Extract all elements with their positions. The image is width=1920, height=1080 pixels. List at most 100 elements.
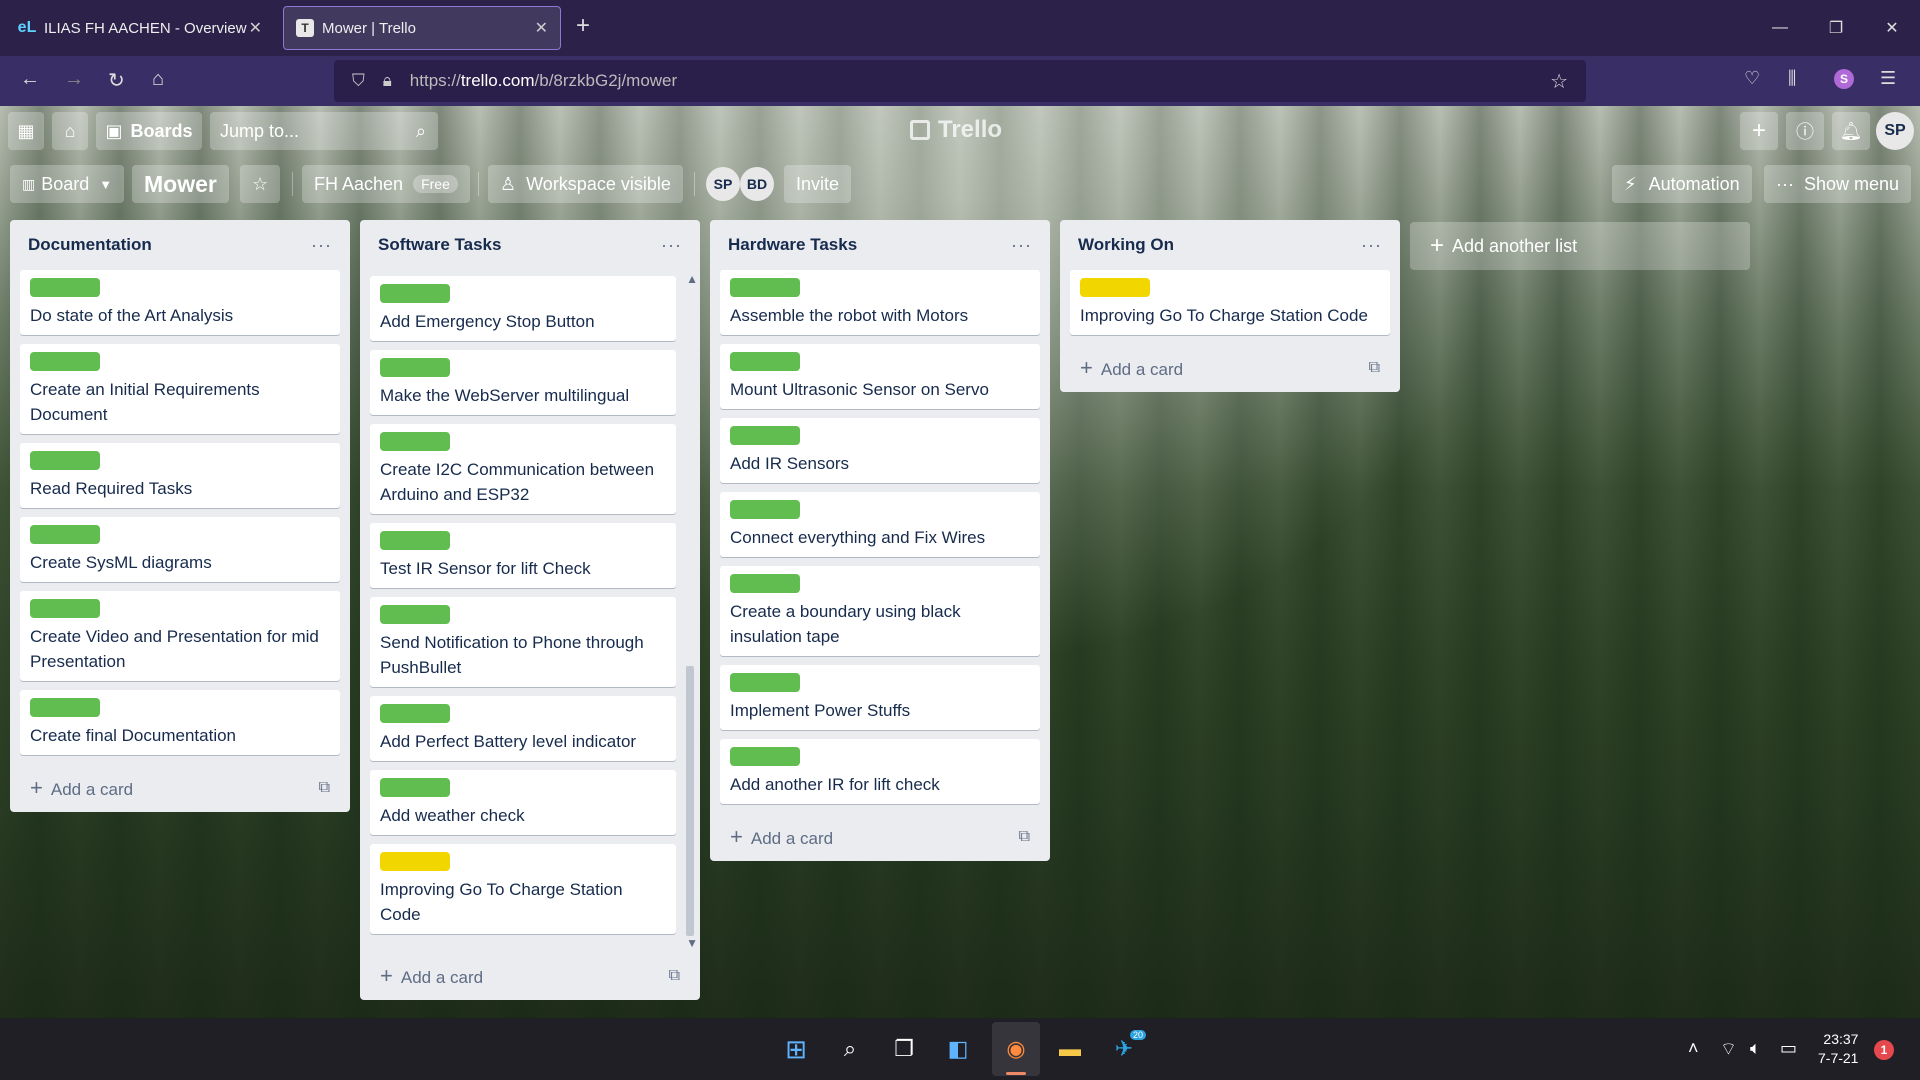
- label-green[interactable]: [30, 352, 100, 371]
- list-menu-icon[interactable]: ···: [311, 235, 332, 256]
- system-clock[interactable]: 23:37 7-7-21: [1818, 1030, 1858, 1068]
- info-icon[interactable]: ⓘ: [1786, 112, 1824, 150]
- visibility-button[interactable]: ♙ Workspace visible: [488, 165, 683, 203]
- add-card-button[interactable]: + Add a card: [730, 824, 833, 850]
- restore-icon[interactable]: ❐: [1808, 0, 1864, 56]
- label-green[interactable]: [730, 500, 800, 519]
- back-icon[interactable]: ←: [20, 68, 40, 91]
- library-icon[interactable]: ⫼: [1788, 68, 1796, 89]
- card[interactable]: Add Perfect Battery level indicator: [370, 696, 676, 761]
- card[interactable]: Create Video and Presentation for mid Pr…: [20, 591, 340, 681]
- card[interactable]: Implement Power Stuffs: [720, 665, 1040, 730]
- notification-badge[interactable]: 1: [1874, 1040, 1894, 1060]
- label-green[interactable]: [730, 574, 800, 593]
- card[interactable]: Create a boundary using black insulation…: [720, 566, 1040, 656]
- close-window-icon[interactable]: ✕: [1864, 0, 1920, 56]
- label-green[interactable]: [380, 358, 450, 377]
- shield-icon[interactable]: ⛉: [352, 71, 365, 91]
- card-template-icon[interactable]: ⧉: [669, 967, 680, 985]
- scroll-down-icon[interactable]: ▼: [686, 936, 698, 950]
- list-menu-icon[interactable]: ···: [661, 235, 682, 256]
- label-green[interactable]: [380, 704, 450, 723]
- forward-icon[interactable]: →: [64, 68, 84, 91]
- card[interactable]: Improving Go To Charge Station Code: [370, 844, 676, 934]
- label-yellow[interactable]: [380, 852, 450, 871]
- show-menu-button[interactable]: ··· Show menu: [1764, 165, 1912, 203]
- card[interactable]: Add IR Sensors: [720, 418, 1040, 483]
- label-green[interactable]: [730, 426, 800, 445]
- label-green[interactable]: [730, 747, 800, 766]
- new-tab-button[interactable]: +: [576, 12, 590, 40]
- card-template-icon[interactable]: ⧉: [1019, 828, 1030, 846]
- list-menu-icon[interactable]: ···: [1011, 235, 1032, 256]
- apps-grid-icon[interactable]: ▦: [8, 112, 44, 150]
- pocket-icon[interactable]: ♡: [1744, 68, 1760, 89]
- url-bar[interactable]: ⛉ 🔒︎ https://trello.com/b/8rzkbG2j/mower…: [334, 60, 1586, 102]
- label-yellow[interactable]: [1080, 278, 1150, 297]
- list-scrollbar[interactable]: [686, 666, 694, 936]
- card[interactable]: Create SysML diagrams: [20, 517, 340, 582]
- list-title[interactable]: Working On: [1078, 235, 1174, 255]
- scroll-up-icon[interactable]: ▲: [686, 272, 698, 286]
- card-template-icon[interactable]: ⧉: [1369, 359, 1380, 377]
- card[interactable]: Add weather check: [370, 770, 676, 835]
- label-green[interactable]: [30, 698, 100, 717]
- home-icon[interactable]: ⌂: [152, 68, 164, 91]
- card[interactable]: Add Emergency Stop Button: [370, 276, 676, 341]
- card[interactable]: Make the WebServer multilingual: [370, 350, 676, 415]
- windows-start-icon[interactable]: ⊞: [780, 1033, 812, 1065]
- list-title[interactable]: Software Tasks: [378, 235, 501, 255]
- card[interactable]: Send Notification to Phone through PushB…: [370, 597, 676, 687]
- lock-icon[interactable]: 🔒︎: [383, 71, 392, 91]
- card[interactable]: Connect everything and Fix Wires: [720, 492, 1040, 557]
- close-icon[interactable]: ✕: [535, 18, 548, 38]
- label-green[interactable]: [380, 284, 450, 303]
- tab-trello[interactable]: T Mower | Trello ✕: [283, 6, 561, 50]
- card[interactable]: Create an Initial Requirements Document: [20, 344, 340, 434]
- bell-icon[interactable]: 🔔︎: [1832, 112, 1870, 150]
- add-card-button[interactable]: + Add a card: [380, 963, 483, 989]
- profile-avatar[interactable]: S: [1834, 69, 1854, 89]
- volume-icon[interactable]: 🔈︎: [1750, 1038, 1761, 1059]
- trello-logo[interactable]: Trello: [910, 116, 1002, 144]
- card[interactable]: Create final Documentation: [20, 690, 340, 755]
- task-view-icon[interactable]: ❐: [888, 1033, 920, 1065]
- minimize-icon[interactable]: —: [1752, 0, 1808, 56]
- label-green[interactable]: [380, 605, 450, 624]
- menu-icon[interactable]: ☰: [1880, 68, 1896, 89]
- card[interactable]: Add another IR for lift check: [720, 739, 1040, 804]
- label-green[interactable]: [30, 278, 100, 297]
- user-avatar[interactable]: SP: [1876, 112, 1914, 150]
- label-green[interactable]: [730, 352, 800, 371]
- list-title[interactable]: Hardware Tasks: [728, 235, 857, 255]
- card-template-icon[interactable]: ⧉: [319, 779, 330, 797]
- create-plus-icon[interactable]: +: [1740, 112, 1778, 150]
- label-green[interactable]: [730, 278, 800, 297]
- home-icon[interactable]: ⌂: [52, 112, 88, 150]
- widgets-icon[interactable]: ◧: [942, 1033, 974, 1065]
- board-title[interactable]: Mower: [132, 165, 229, 203]
- battery-icon[interactable]: ▭: [1780, 1038, 1797, 1059]
- label-green[interactable]: [30, 599, 100, 618]
- add-list-button[interactable]: + Add another list: [1410, 222, 1750, 270]
- reload-icon[interactable]: ↻: [108, 68, 125, 93]
- card[interactable]: Mount Ultrasonic Sensor on Servo: [720, 344, 1040, 409]
- star-icon[interactable]: ☆: [240, 165, 280, 203]
- label-green[interactable]: [380, 432, 450, 451]
- label-green[interactable]: [30, 451, 100, 470]
- invite-button[interactable]: Invite: [784, 165, 852, 203]
- bookmark-star-icon[interactable]: ☆: [1550, 69, 1568, 94]
- close-icon[interactable]: ✕: [249, 18, 262, 38]
- list-title[interactable]: Documentation: [28, 235, 152, 255]
- firefox-icon[interactable]: ◉: [1000, 1033, 1032, 1065]
- card[interactable]: Do state of the Art Analysis: [20, 270, 340, 335]
- jump-to-search[interactable]: Jump to... ⌕: [210, 112, 438, 150]
- card[interactable]: Test IR Sensor for lift Check: [370, 523, 676, 588]
- add-card-button[interactable]: + Add a card: [1080, 355, 1183, 381]
- card[interactable]: Improving Go To Charge Station Code: [1070, 270, 1390, 335]
- card[interactable]: Assemble the robot with Motors: [720, 270, 1040, 335]
- tab-ilias[interactable]: eL ILIAS FH AACHEN - Overview ✕: [6, 6, 274, 50]
- list-menu-icon[interactable]: ···: [1361, 235, 1382, 256]
- label-green[interactable]: [380, 531, 450, 550]
- add-card-button[interactable]: + Add a card: [30, 775, 133, 801]
